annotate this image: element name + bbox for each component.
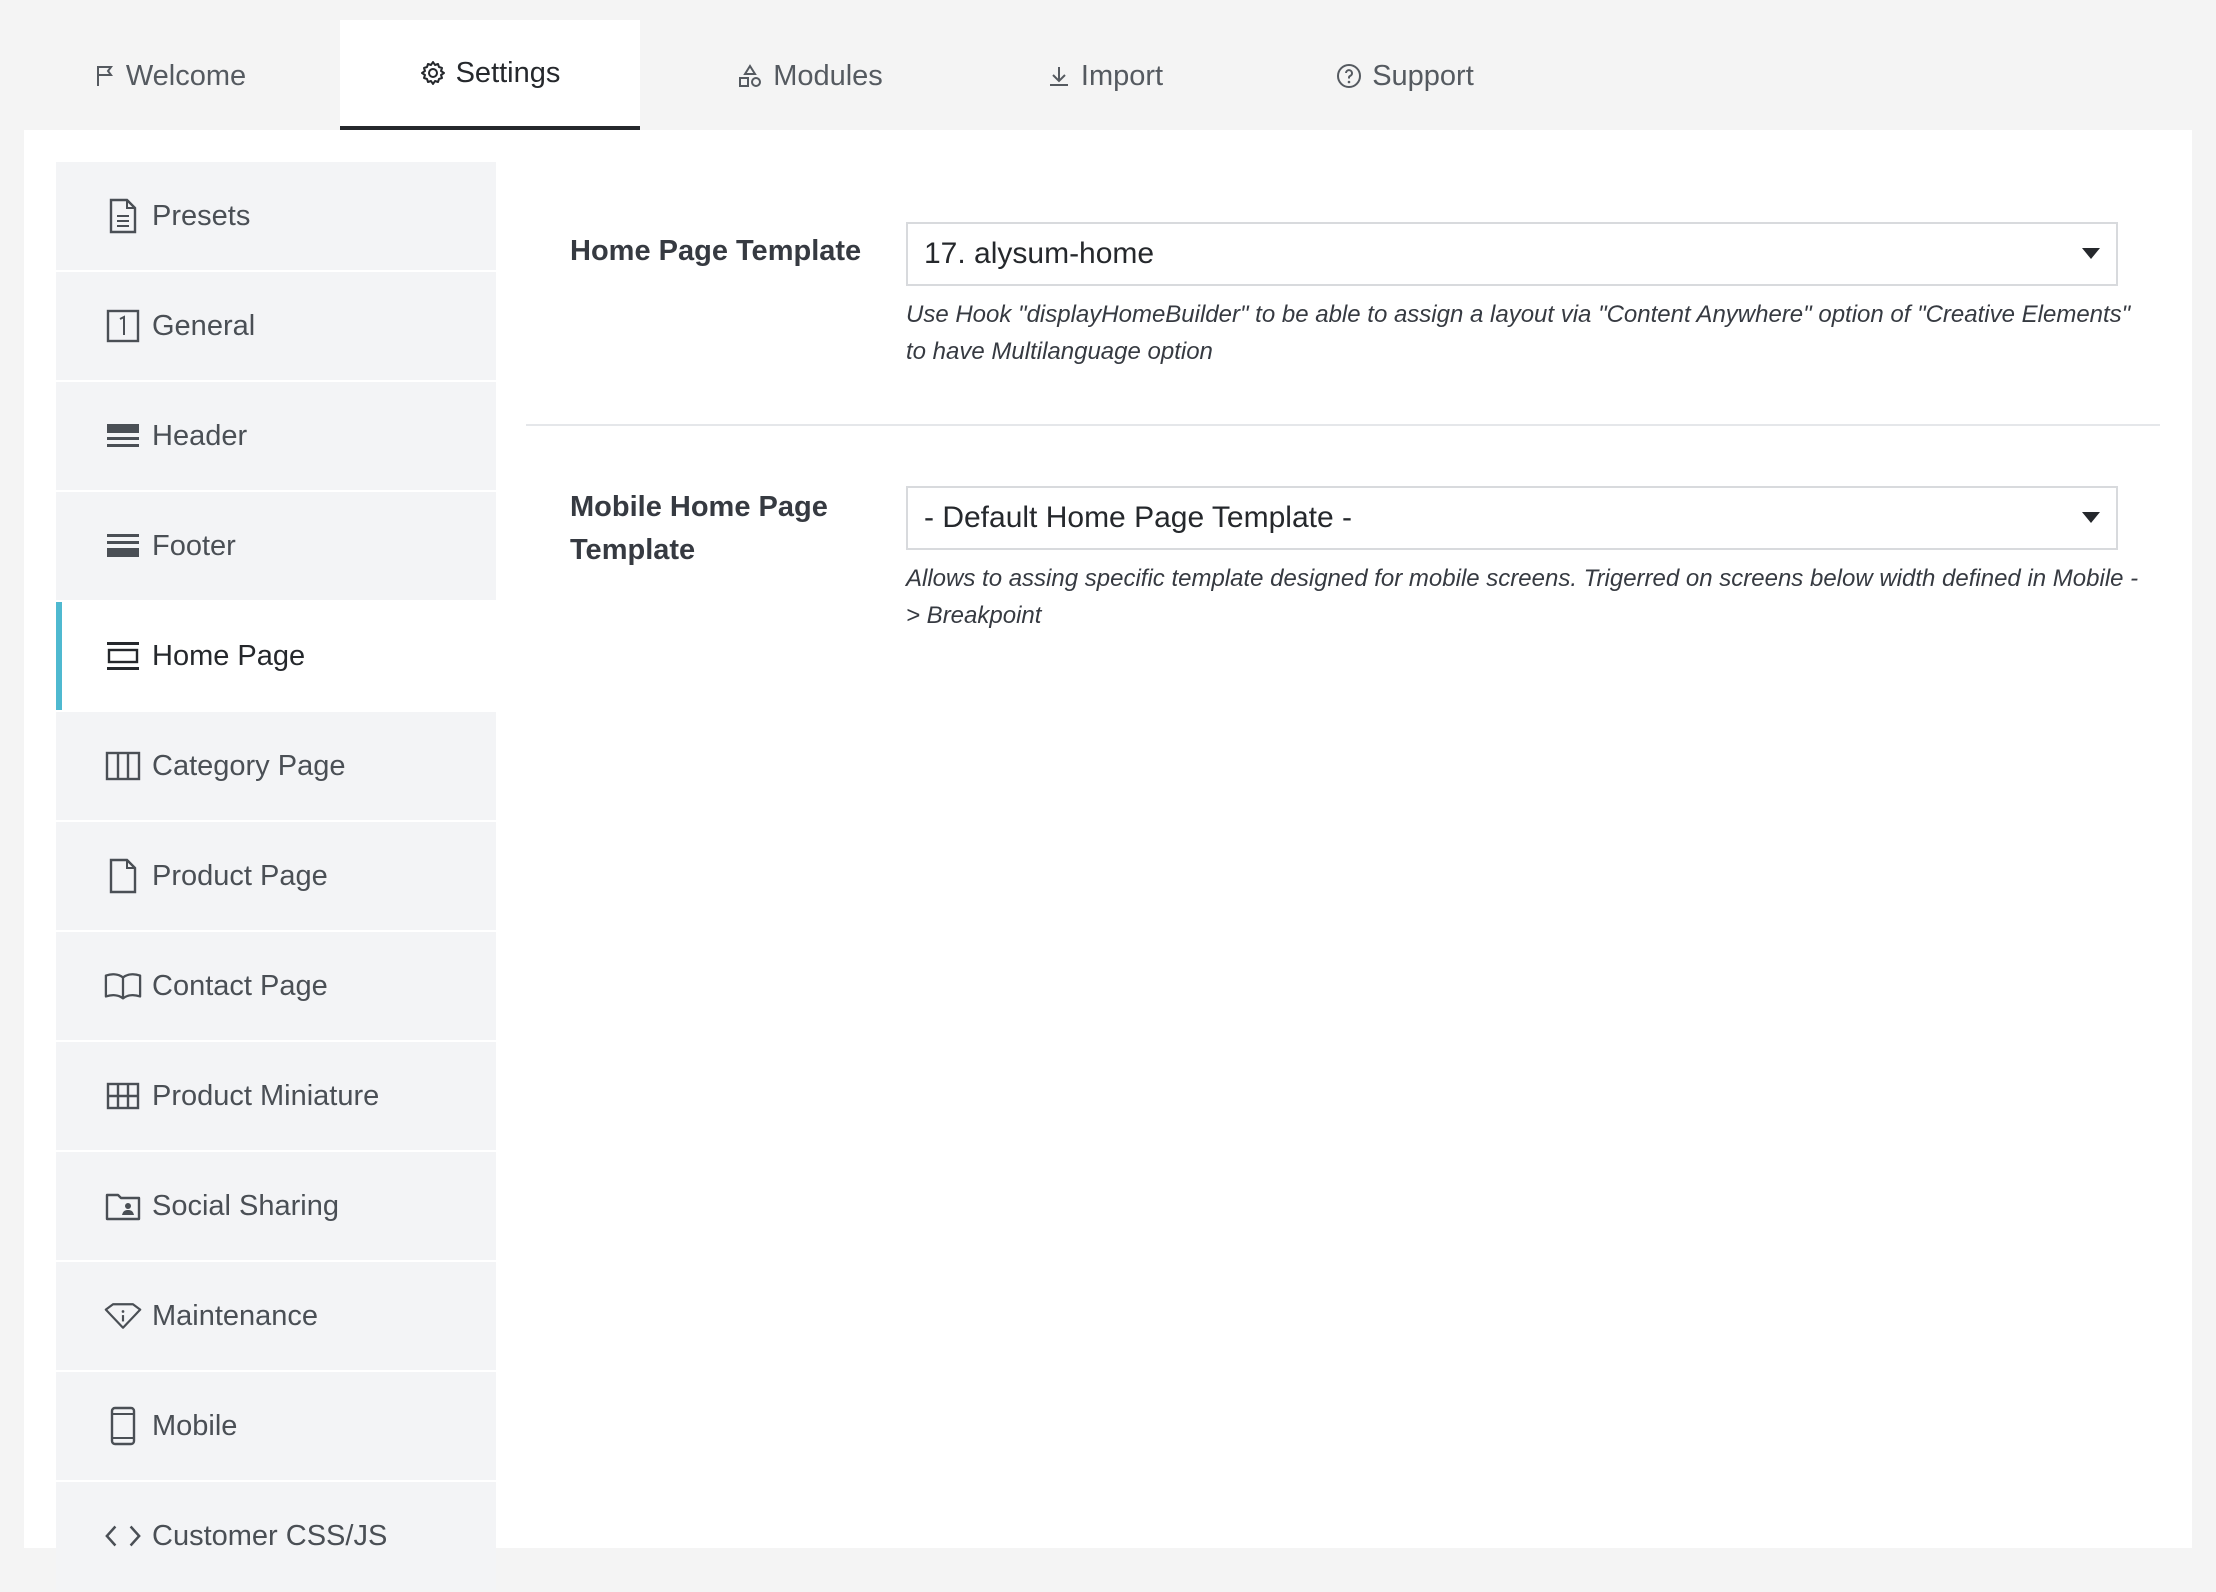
select-value: - Default Home Page Template - — [924, 501, 1352, 534]
shapes-icon — [737, 63, 763, 89]
sidebar-item-label: General — [152, 309, 256, 342]
mobile-template-select[interactable]: - Default Home Page Template - — [906, 486, 2118, 550]
sidebar-item-label: Presets — [152, 199, 251, 232]
sidebar-item-contact-page[interactable]: Contact Page — [56, 932, 496, 1040]
sidebar-item-label: Header — [152, 419, 248, 452]
settings-sidebar: Presets General Header Footer Home Page — [56, 162, 496, 1592]
file-icon — [104, 857, 142, 895]
sidebar-item-footer[interactable]: Footer — [56, 492, 496, 600]
tab-settings[interactable]: Settings — [340, 20, 640, 132]
sidebar-item-label: Category Page — [152, 749, 346, 782]
home-template-help: Use Hook "displayHomeBuilder" to be able… — [906, 301, 2131, 365]
tab-label: Welcome — [125, 59, 247, 92]
caret-down-icon — [2082, 512, 2100, 523]
sidebar-item-mobile[interactable]: Mobile — [56, 1372, 496, 1480]
top-tab-bar: Welcome Settings Modules Import Support — [0, 0, 2216, 132]
sidebar-item-customer-css-js[interactable]: Customer CSS/JS — [56, 1482, 496, 1590]
mobile-template-label: Mobile Home Page Template — [570, 491, 828, 566]
sidebar-item-general[interactable]: General — [56, 272, 496, 380]
section-divider — [526, 424, 2160, 426]
sidebar-item-category-page[interactable]: Category Page — [56, 712, 496, 820]
sidebar-item-label: Maintenance — [152, 1299, 319, 1332]
document-icon — [104, 197, 142, 235]
sidebar-item-presets[interactable]: Presets — [56, 162, 496, 270]
caret-down-icon — [2082, 248, 2100, 259]
sidebar-item-home-page[interactable]: Home Page — [56, 602, 496, 710]
home-template-label: Home Page Template — [570, 235, 862, 267]
diamond-info-icon — [104, 1297, 142, 1335]
sidebar-item-product-page[interactable]: Product Page — [56, 822, 496, 930]
folder-user-icon — [104, 1187, 142, 1225]
header-layout-icon — [104, 417, 142, 455]
columns-icon — [104, 747, 142, 785]
tab-label: Support — [1372, 59, 1474, 92]
tab-label: Modules — [773, 59, 883, 92]
sidebar-item-product-miniature[interactable]: Product Miniature — [56, 1042, 496, 1150]
tab-label: Settings — [455, 56, 561, 89]
mobile-icon — [104, 1406, 142, 1446]
grid-icon — [104, 1077, 142, 1115]
tab-label: Import — [1080, 59, 1164, 92]
code-icon — [104, 1517, 142, 1555]
number-one-icon — [104, 307, 142, 345]
sidebar-item-label: Product Page — [152, 859, 328, 892]
footer-layout-icon — [104, 527, 142, 565]
help-circle-icon — [1336, 63, 1362, 89]
sidebar-item-label: Contact Page — [152, 969, 328, 1002]
book-icon — [104, 967, 142, 1005]
sidebar-item-label: Social Sharing — [152, 1189, 339, 1222]
sidebar-item-label: Footer — [152, 529, 236, 562]
sidebar-item-label: Home Page — [152, 639, 306, 672]
sidebar-item-header[interactable]: Header — [56, 382, 496, 490]
tab-welcome[interactable]: Welcome — [70, 20, 270, 132]
download-icon — [1047, 64, 1071, 88]
flag-icon — [94, 64, 116, 88]
sidebar-item-social-sharing[interactable]: Social Sharing — [56, 1152, 496, 1260]
tab-modules[interactable]: Modules — [710, 20, 910, 132]
tab-import[interactable]: Import — [1020, 20, 1190, 132]
sidebar-item-maintenance[interactable]: Maintenance — [56, 1262, 496, 1370]
sidebar-item-label: Product Miniature — [152, 1079, 380, 1112]
tab-support[interactable]: Support — [1305, 20, 1505, 132]
mobile-template-help: Allows to assing specific template desig… — [906, 565, 2139, 629]
gear-icon — [420, 60, 446, 86]
home-template-select[interactable]: 17. alysum-home — [906, 222, 2118, 286]
settings-panel: Presets General Header Footer Home Page — [24, 130, 2192, 1590]
select-value: 17. alysum-home — [924, 237, 1155, 270]
sidebar-item-label: Mobile — [152, 1409, 238, 1442]
home-layout-icon — [104, 637, 142, 675]
